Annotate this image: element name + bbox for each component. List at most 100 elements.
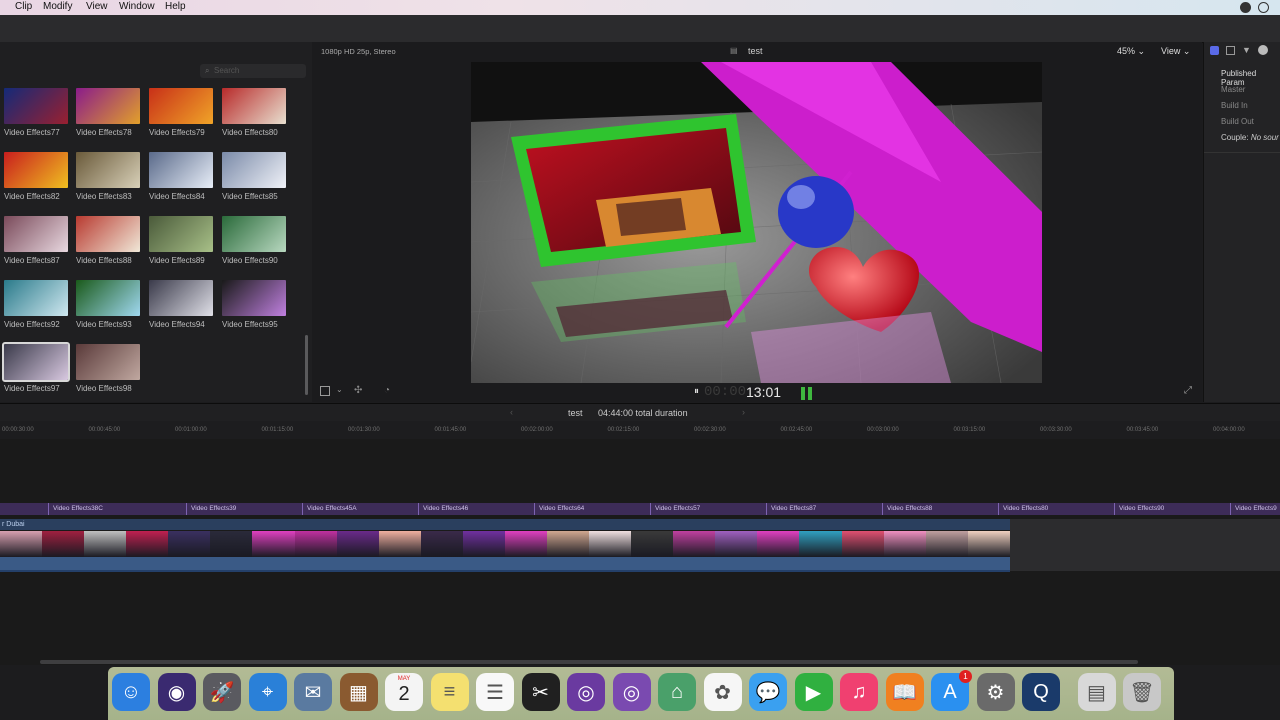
messages-icon[interactable]: 💬 — [749, 673, 787, 711]
inspector-build-in[interactable]: Build In — [1221, 101, 1248, 110]
notes-book-icon[interactable]: ▦ — [339, 673, 378, 711]
stickies-icon[interactable]: ≡ — [430, 673, 469, 711]
filmstrip-frame — [841, 531, 884, 557]
title-clip[interactable]: Video Effects57 — [650, 503, 766, 515]
filmstrip-frame — [589, 531, 632, 557]
safari-icon[interactable]: ⌖ — [248, 673, 287, 711]
audio-waveform[interactable] — [0, 557, 1010, 572]
quicktime-icon[interactable]: Q — [1022, 673, 1060, 711]
clip-thumbnail[interactable] — [76, 88, 140, 124]
back-arrow-icon[interactable]: ‹ — [510, 407, 513, 417]
facetime-icon[interactable]: ▶ — [794, 673, 833, 711]
itunes-icon[interactable]: ♫ — [840, 673, 878, 711]
menu-window[interactable]: Window — [119, 1, 155, 12]
pause-button[interactable]: ⏸ — [694, 386, 699, 397]
launchpad-icon[interactable]: 🚀 — [203, 673, 241, 711]
clip-thumbnail[interactable] — [149, 216, 213, 252]
title-clip[interactable]: Video Effects80 — [998, 503, 1114, 515]
title-clip[interactable]: Video Effects46 — [418, 503, 534, 515]
title-clip[interactable]: Video Effects64 — [534, 503, 650, 515]
filmstrip-frame — [336, 531, 379, 557]
clip-thumbnail[interactable] — [149, 152, 213, 188]
primary-clip-label[interactable]: r Dubai — [0, 519, 1010, 530]
title-clip[interactable]: Video Effects88 — [882, 503, 998, 515]
app-store-icon[interactable]: A1 — [931, 670, 972, 711]
filmstrip-frame — [378, 531, 421, 557]
final-cut-icon[interactable]: ✂ — [521, 673, 560, 711]
title-clip[interactable]: Video Effects45A — [302, 503, 418, 515]
inspector-master[interactable]: Master — [1221, 85, 1245, 94]
filmstrip-frame — [504, 531, 548, 557]
clip-thumbnail[interactable] — [4, 88, 68, 124]
calendar-icon[interactable]: MAY 2 — [385, 673, 423, 711]
primary-storyline-clip[interactable] — [0, 531, 1010, 557]
clip-thumbnail[interactable] — [149, 280, 213, 316]
zoom-value: 45% — [1117, 46, 1136, 56]
clip-thumbnail[interactable] — [76, 152, 140, 188]
timeline-scrollbar[interactable] — [40, 660, 1138, 664]
view-menu[interactable]: View ⌄ — [1161, 46, 1190, 57]
clip-thumbnail[interactable] — [222, 152, 286, 188]
info-icon[interactable] — [1258, 45, 1268, 55]
ruler-tick-label: 00:02:00:00 — [521, 427, 553, 433]
clip-thumbnail[interactable] — [222, 280, 286, 316]
chevron-down-icon[interactable]: ⌄ — [336, 385, 343, 394]
viewer-frame[interactable] — [471, 62, 1042, 383]
record-icon[interactable] — [1240, 2, 1251, 13]
system-preferences-icon[interactable]: ⚙ — [976, 673, 1015, 711]
menu-help[interactable]: Help — [165, 1, 186, 12]
files-icon[interactable]: ▤ — [1077, 673, 1116, 711]
title-clip[interactable]: Video Effects87 — [766, 503, 882, 515]
motion-icon[interactable]: ◎ — [567, 673, 605, 711]
browser-scrollbar[interactable] — [305, 335, 308, 395]
title-clip[interactable]: Video Effects9 — [1230, 503, 1280, 515]
reminders-icon[interactable]: ☰ — [476, 673, 514, 711]
ibooks-icon[interactable]: 📖 — [885, 673, 924, 711]
clip-thumbnail[interactable] — [222, 216, 286, 252]
status-icon[interactable] — [1258, 2, 1269, 13]
inspector-build-out[interactable]: Build Out — [1221, 117, 1254, 126]
filmstrip-frame — [547, 531, 590, 557]
fullscreen-icon[interactable]: ⤢ — [1184, 385, 1192, 396]
finder-icon[interactable]: ☺ — [112, 673, 150, 711]
filter-icon[interactable]: ▼ — [1242, 45, 1251, 55]
clip-thumbnail[interactable] — [76, 280, 140, 316]
siri-icon[interactable]: ◉ — [157, 673, 196, 711]
clip-thumbnail[interactable] — [76, 344, 140, 380]
browser-search-field[interactable]: ⌕ Search — [200, 64, 306, 78]
film-icon[interactable] — [1226, 46, 1235, 55]
timecode-display[interactable]: 13:01 — [746, 384, 781, 400]
speed-icon[interactable]: ◔ — [384, 385, 390, 396]
title-clip[interactable]: Video Effects38C — [48, 503, 186, 515]
clip-thumbnail[interactable] — [76, 216, 140, 252]
timeline-ruler[interactable]: 00:00:30:00 00:00:45:00 00:01:00:00 00:01:1… — [0, 421, 1280, 440]
inspector-icon[interactable] — [1210, 46, 1219, 55]
viewer-options-icon[interactable] — [320, 386, 330, 396]
clip-thumbnail[interactable] — [4, 152, 68, 188]
clip-thumbnail[interactable] — [4, 280, 68, 316]
title-clip[interactable]: Video Effects90 — [1114, 503, 1230, 515]
filmstrip-frame — [799, 531, 842, 557]
maps-icon[interactable]: ⌂ — [658, 673, 696, 711]
clip-thumbnail[interactable] — [4, 216, 68, 252]
mail-bird-icon[interactable]: ✉ — [294, 673, 332, 711]
scene-render — [471, 62, 1042, 383]
transform-icon[interactable]: ✣ — [354, 385, 362, 396]
inspector-couple[interactable]: Couple: No sour — [1221, 133, 1279, 142]
app-toolbar — [0, 15, 1280, 43]
clip-label: Video Effects85 — [222, 192, 278, 201]
clip-thumbnail[interactable] — [222, 88, 286, 124]
menu-modify[interactable]: Modify — [43, 1, 72, 12]
zoom-menu[interactable]: 45% ⌄ — [1117, 46, 1145, 57]
clip-thumbnail[interactable] — [2, 342, 70, 382]
timeline-project-name: test — [568, 408, 583, 418]
motion-2-icon[interactable]: ◎ — [612, 673, 651, 711]
title-clip[interactable]: Video Effects39 — [186, 503, 302, 515]
trash-icon[interactable]: 🗑 — [1123, 673, 1161, 711]
photos-icon[interactable]: ✿ — [703, 673, 742, 711]
menu-clip[interactable]: Clip — [15, 1, 32, 12]
forward-arrow-icon[interactable]: › — [742, 407, 745, 417]
clip-label: Video Effects80 — [222, 128, 278, 137]
clip-thumbnail[interactable] — [149, 88, 213, 124]
menu-view[interactable]: View — [86, 1, 108, 12]
